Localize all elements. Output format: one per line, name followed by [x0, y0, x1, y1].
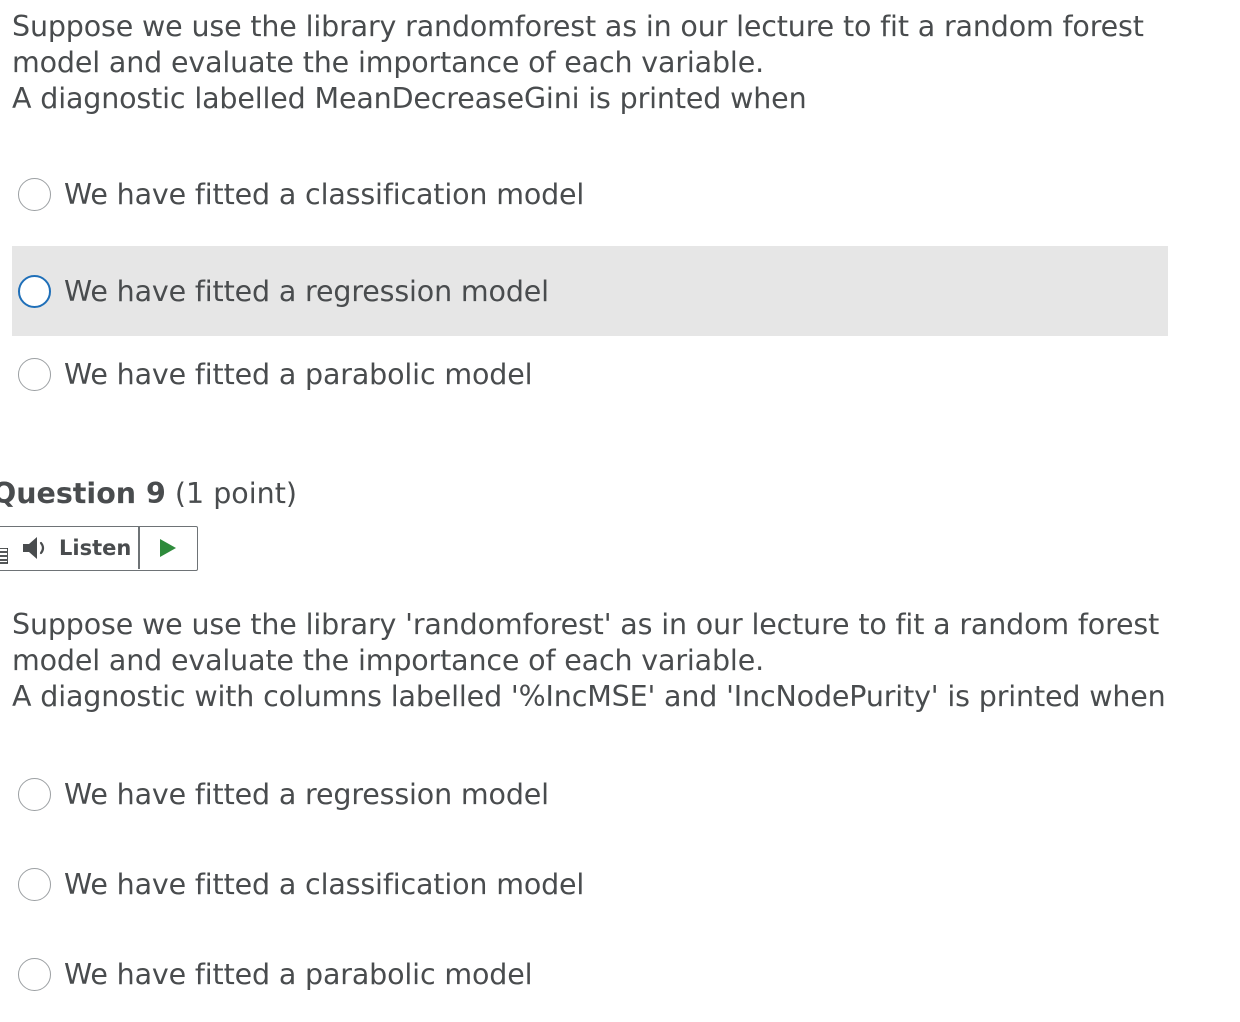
option-label: We have fitted a classification model — [64, 177, 585, 211]
question-8-prompt-line: model and evaluate the importance of eac… — [12, 46, 764, 79]
question-title: Question 9 — [0, 477, 166, 510]
listen-label: Listen — [59, 536, 132, 560]
play-button[interactable] — [140, 527, 196, 569]
radio-button[interactable] — [18, 274, 51, 308]
radio-button[interactable] — [18, 957, 51, 991]
option-label: We have fitted a classification model — [64, 867, 585, 901]
question-8-option-regression[interactable]: We have fitted a regression model — [12, 246, 1168, 336]
option-label: We have fitted a parabolic model — [64, 957, 533, 991]
question-9-prompt-line: Suppose we use the library 'randomforest… — [12, 608, 1160, 641]
question-8-prompt-line: Suppose we use the library randomforest … — [12, 10, 1144, 43]
question-8-prompt-line: A diagnostic labelled MeanDecreaseGini i… — [12, 82, 807, 115]
radio-button[interactable] — [18, 867, 51, 901]
radio-button[interactable] — [18, 177, 51, 211]
question-9-option-regression[interactable]: We have fitted a regression model — [12, 749, 1168, 839]
option-label: We have fitted a parabolic model — [64, 357, 533, 391]
question-8-prompt: Suppose we use the library randomforest … — [12, 9, 1144, 117]
radio-button[interactable] — [18, 777, 51, 811]
listen-button[interactable]: Listen — [0, 527, 138, 569]
radio-button[interactable] — [18, 357, 51, 391]
question-9-prompt-line: A diagnostic with columns labelled '%Inc… — [12, 680, 1166, 713]
question-points: (1 point) — [174, 477, 298, 510]
question-8-option-parabolic[interactable]: We have fitted a parabolic model — [12, 329, 1168, 419]
question-9-prompt: Suppose we use the library 'randomforest… — [12, 607, 1166, 715]
question-9-option-parabolic[interactable]: We have fitted a parabolic model — [12, 929, 1168, 1019]
option-label: We have fitted a regression model — [64, 777, 549, 811]
question-8-option-classification[interactable]: We have fitted a classification model — [12, 149, 1168, 239]
question-9-option-classification[interactable]: We have fitted a classification model — [12, 839, 1168, 929]
question-9-heading: Question 9 (1 point) — [0, 474, 297, 514]
listen-widget: Listen — [0, 526, 198, 571]
speaker-icon — [23, 537, 45, 559]
option-label: We have fitted a regression model — [64, 274, 549, 308]
question-9-prompt-line: model and evaluate the importance of eac… — [12, 644, 764, 677]
play-icon — [160, 539, 176, 557]
